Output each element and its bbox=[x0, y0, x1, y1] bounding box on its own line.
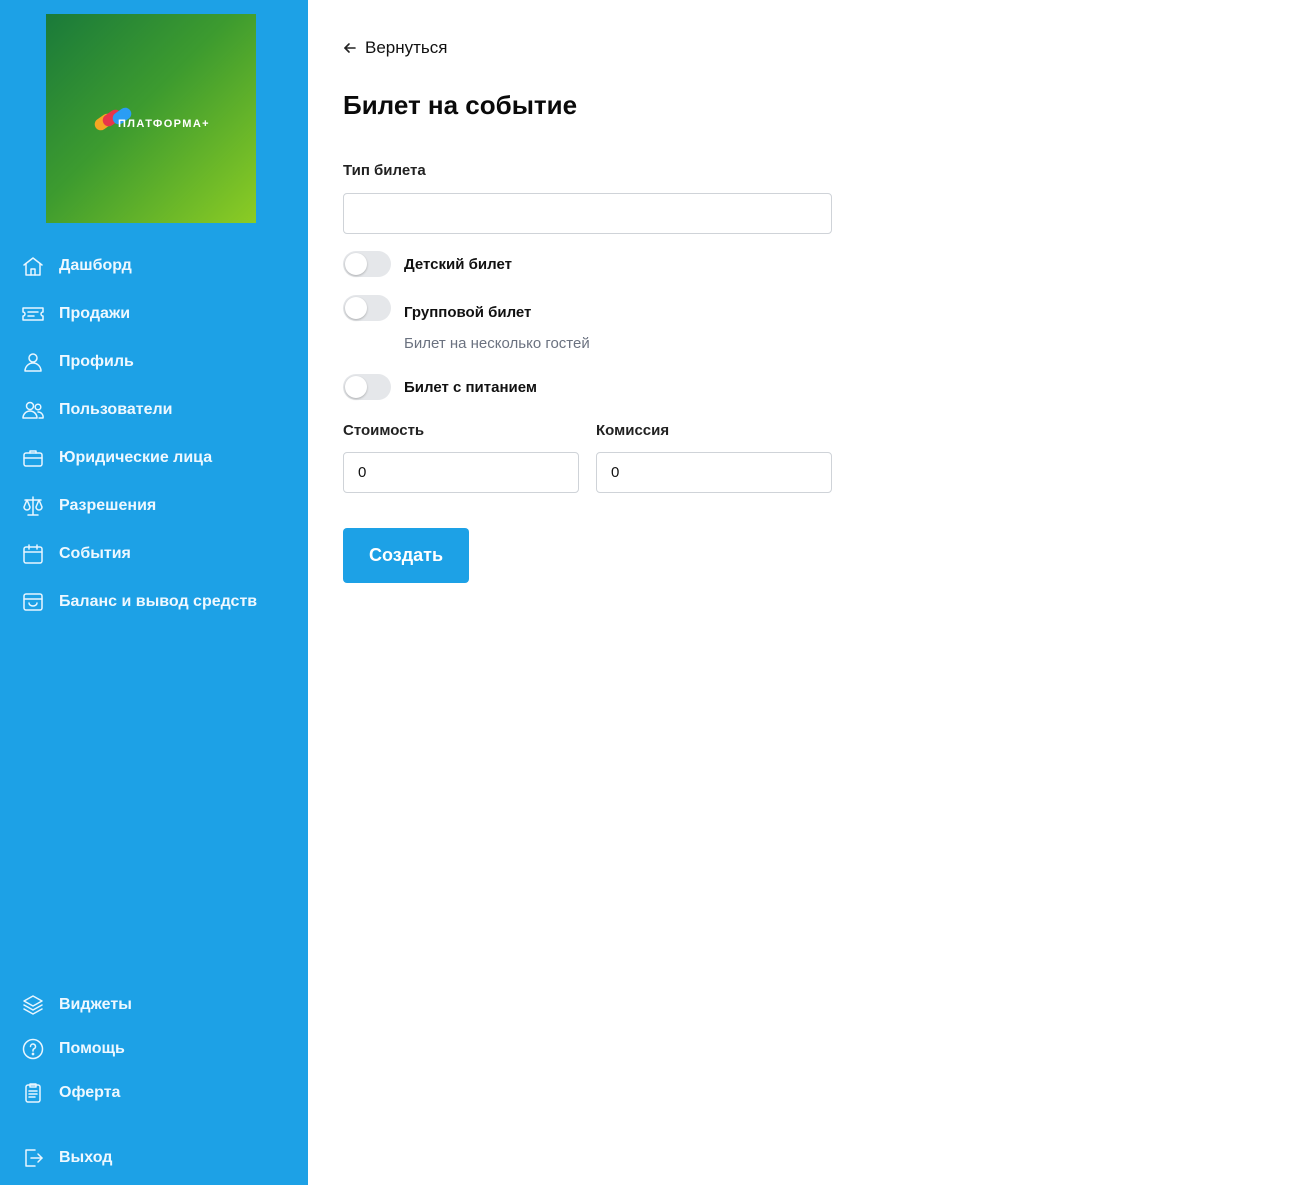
logout-icon bbox=[21, 1146, 45, 1170]
toggle-knob bbox=[345, 376, 367, 398]
sidebar-item-label: Баланс и вывод средств bbox=[59, 593, 258, 610]
sidebar-item-label: Выход bbox=[59, 1149, 113, 1166]
sidebar-item-label: События bbox=[59, 545, 131, 562]
sidebar-item-label: Оферта bbox=[59, 1084, 121, 1101]
sidebar-item-label: Виджеты bbox=[59, 996, 132, 1013]
sidebar-item-label: Продажи bbox=[59, 305, 131, 322]
toggle-knob bbox=[345, 253, 367, 275]
user-icon bbox=[21, 350, 45, 374]
sidebar-item-label: Дашборд bbox=[59, 257, 132, 274]
toggle-row-meal: Билет с питанием bbox=[343, 374, 537, 400]
sidebar-item-label: Профиль bbox=[59, 353, 134, 370]
sidebar-item-balance[interactable]: Баланс и вывод средств bbox=[0, 584, 308, 620]
price-label: Стоимость bbox=[343, 422, 425, 439]
ticket-icon bbox=[21, 302, 45, 326]
sidebar-item-widgets[interactable]: Виджеты bbox=[0, 987, 308, 1023]
ticket-type-label: Тип билета bbox=[343, 162, 426, 179]
group-ticket-toggle[interactable] bbox=[343, 295, 391, 321]
sidebar-item-events[interactable]: События bbox=[0, 536, 308, 572]
sidebar-item-logout[interactable]: Выход bbox=[0, 1140, 308, 1176]
child-ticket-label: Детский билет bbox=[404, 255, 512, 273]
sidebar-item-label: Юридические лица bbox=[59, 449, 213, 466]
calendar-icon bbox=[21, 542, 45, 566]
brand-logo[interactable]: ПЛАТФОРМА+ bbox=[46, 14, 256, 223]
home-icon bbox=[21, 254, 45, 278]
sidebar-item-legal-entities[interactable]: Юридические лица bbox=[0, 440, 308, 476]
sidebar-item-label: Разрешения bbox=[59, 497, 157, 514]
meal-ticket-label: Билет с питанием bbox=[404, 378, 537, 396]
sidebar-item-offer[interactable]: Оферта bbox=[0, 1075, 308, 1111]
help-icon bbox=[21, 1037, 45, 1061]
sidebar-item-users[interactable]: Пользователи bbox=[0, 392, 308, 428]
back-link-label: Вернуться bbox=[365, 38, 448, 57]
sidebar-item-label: Помощь bbox=[59, 1040, 125, 1057]
archive-icon bbox=[21, 590, 45, 614]
group-ticket-label: Групповой билет bbox=[404, 304, 532, 321]
sidebar-item-profile[interactable]: Профиль bbox=[0, 344, 308, 380]
commission-input[interactable] bbox=[596, 452, 832, 493]
layers-icon bbox=[21, 993, 45, 1017]
toggle-row-child: Детский билет bbox=[343, 251, 512, 277]
briefcase-icon bbox=[21, 446, 45, 470]
toggle-row-group: Групповой билет bbox=[343, 295, 531, 321]
sidebar-item-sales[interactable]: Продажи bbox=[0, 296, 308, 332]
ticket-type-input[interactable] bbox=[343, 193, 832, 234]
users-icon bbox=[21, 398, 45, 422]
sidebar-item-dashboard[interactable]: Дашборд bbox=[0, 248, 308, 284]
toggle-knob bbox=[345, 297, 367, 319]
sidebar-item-label: Пользователи bbox=[59, 401, 173, 418]
scales-icon bbox=[21, 494, 45, 518]
create-button[interactable]: Создать bbox=[343, 528, 469, 583]
meal-ticket-toggle[interactable] bbox=[343, 374, 391, 400]
document-icon bbox=[21, 1081, 45, 1105]
sidebar: ПЛАТФОРМА+ Дашборд Продажи Профиль Польз… bbox=[0, 0, 308, 1185]
sidebar-item-help[interactable]: Помощь bbox=[0, 1031, 308, 1067]
page-title: Билет на событие bbox=[343, 90, 578, 120]
commission-label: Комиссия bbox=[596, 422, 670, 439]
child-ticket-toggle[interactable] bbox=[343, 251, 391, 277]
sidebar-item-permissions[interactable]: Разрешения bbox=[0, 488, 308, 524]
price-input[interactable] bbox=[343, 452, 579, 493]
back-link[interactable]: Вернуться bbox=[343, 38, 448, 58]
logo-text: ПЛАТФОРМА+ bbox=[118, 118, 210, 130]
group-ticket-hint: Билет на несколько гостей bbox=[404, 335, 590, 352]
arrow-left-icon bbox=[343, 41, 357, 55]
